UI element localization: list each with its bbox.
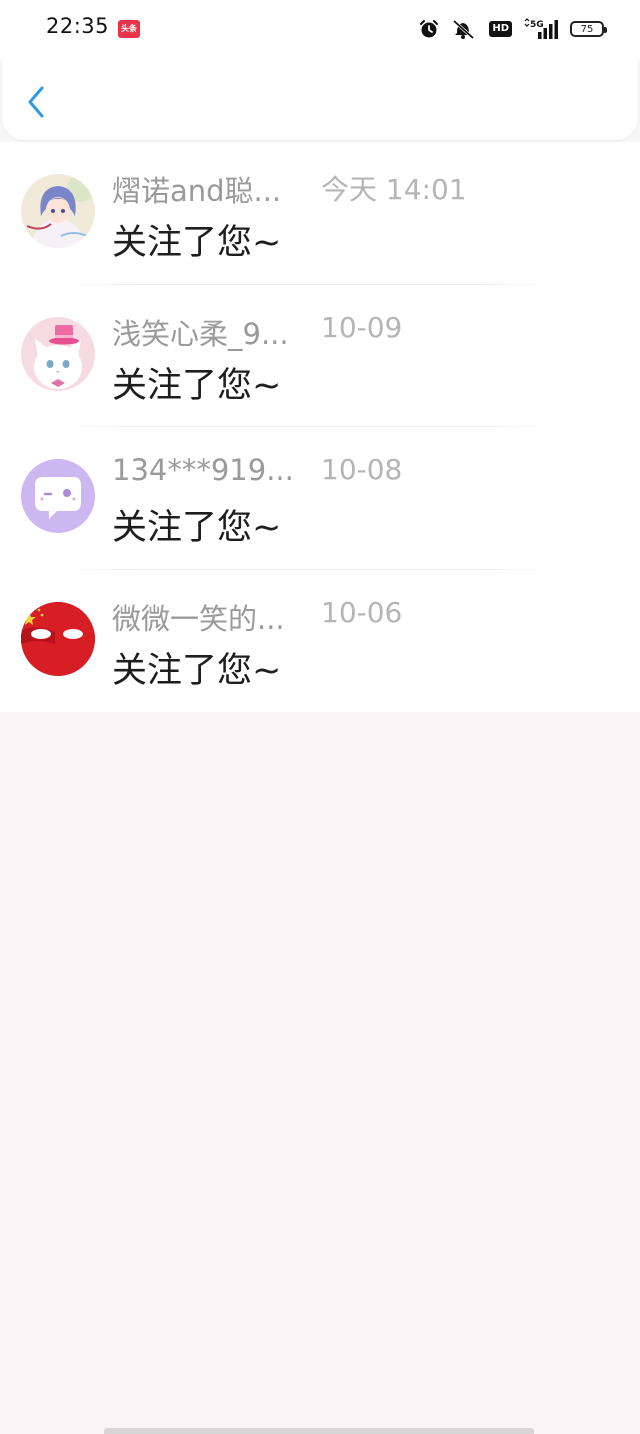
- timestamp: 今天 14:01: [321, 173, 467, 206]
- message-text: 关注了您~: [112, 650, 282, 691]
- chevron-left-icon: [28, 86, 44, 118]
- battery-level: 75: [570, 21, 607, 37]
- white-cat-avatar[interactable]: [21, 316, 95, 391]
- mute-bell-icon: [451, 18, 477, 40]
- username[interactable]: 微微一笑的...: [112, 596, 302, 638]
- timestamp: 10-06: [321, 595, 403, 629]
- anime-girl-avatar[interactable]: [21, 174, 95, 248]
- app-badge-icon: 头条: [118, 20, 140, 38]
- svg-text:5G: 5G: [530, 20, 544, 30]
- message-text: 关注了您~: [112, 223, 282, 263]
- battery-icon: 75: [570, 21, 607, 37]
- home-indicator[interactable]: [104, 1428, 534, 1434]
- back-button[interactable]: [16, 80, 56, 124]
- top-nav-bar: [2, 60, 638, 140]
- username[interactable]: 134***919...: [112, 453, 302, 487]
- message-text: 关注了您~: [112, 365, 282, 406]
- username[interactable]: 浅笑心柔_9...: [112, 311, 302, 353]
- hd-label: HD: [489, 21, 512, 37]
- username[interactable]: 熠诺and聪...: [112, 168, 302, 210]
- hd-icon: HD: [489, 21, 512, 37]
- message-text: 关注了您~: [112, 508, 282, 548]
- timestamp: 10-08: [321, 453, 403, 486]
- follower-notification-list: 熠诺and聪... 今天 14:01 关注了您~ 浅笑心柔_9... 10-09…: [0, 142, 640, 712]
- list-item[interactable]: 134***919... 10-08 关注了您~: [0, 427, 640, 570]
- timestamp: 10-09: [321, 310, 403, 344]
- red-ball-avatar[interactable]: [21, 601, 95, 676]
- alarm-icon: [419, 19, 439, 39]
- status-time: 22:35: [46, 14, 110, 38]
- list-item[interactable]: 熠诺and聪... 今天 14:01 关注了您~: [0, 142, 640, 285]
- list-item[interactable]: 微微一笑的... 10-06 关注了您~: [0, 570, 640, 713]
- chat-bubble-avatar[interactable]: [21, 459, 95, 533]
- status-icons: HD 5G 75: [419, 16, 607, 42]
- status-bar: 22:35 头条 HD 5G 75: [0, 0, 640, 60]
- list-item[interactable]: 浅笑心柔_9... 10-09 关注了您~: [0, 285, 640, 427]
- signal-5g-icon: 5G: [524, 18, 558, 40]
- screen: 22:35 头条 HD 5G 75 熠诺and聪... 今天 14:01 关注了…: [0, 0, 640, 1434]
